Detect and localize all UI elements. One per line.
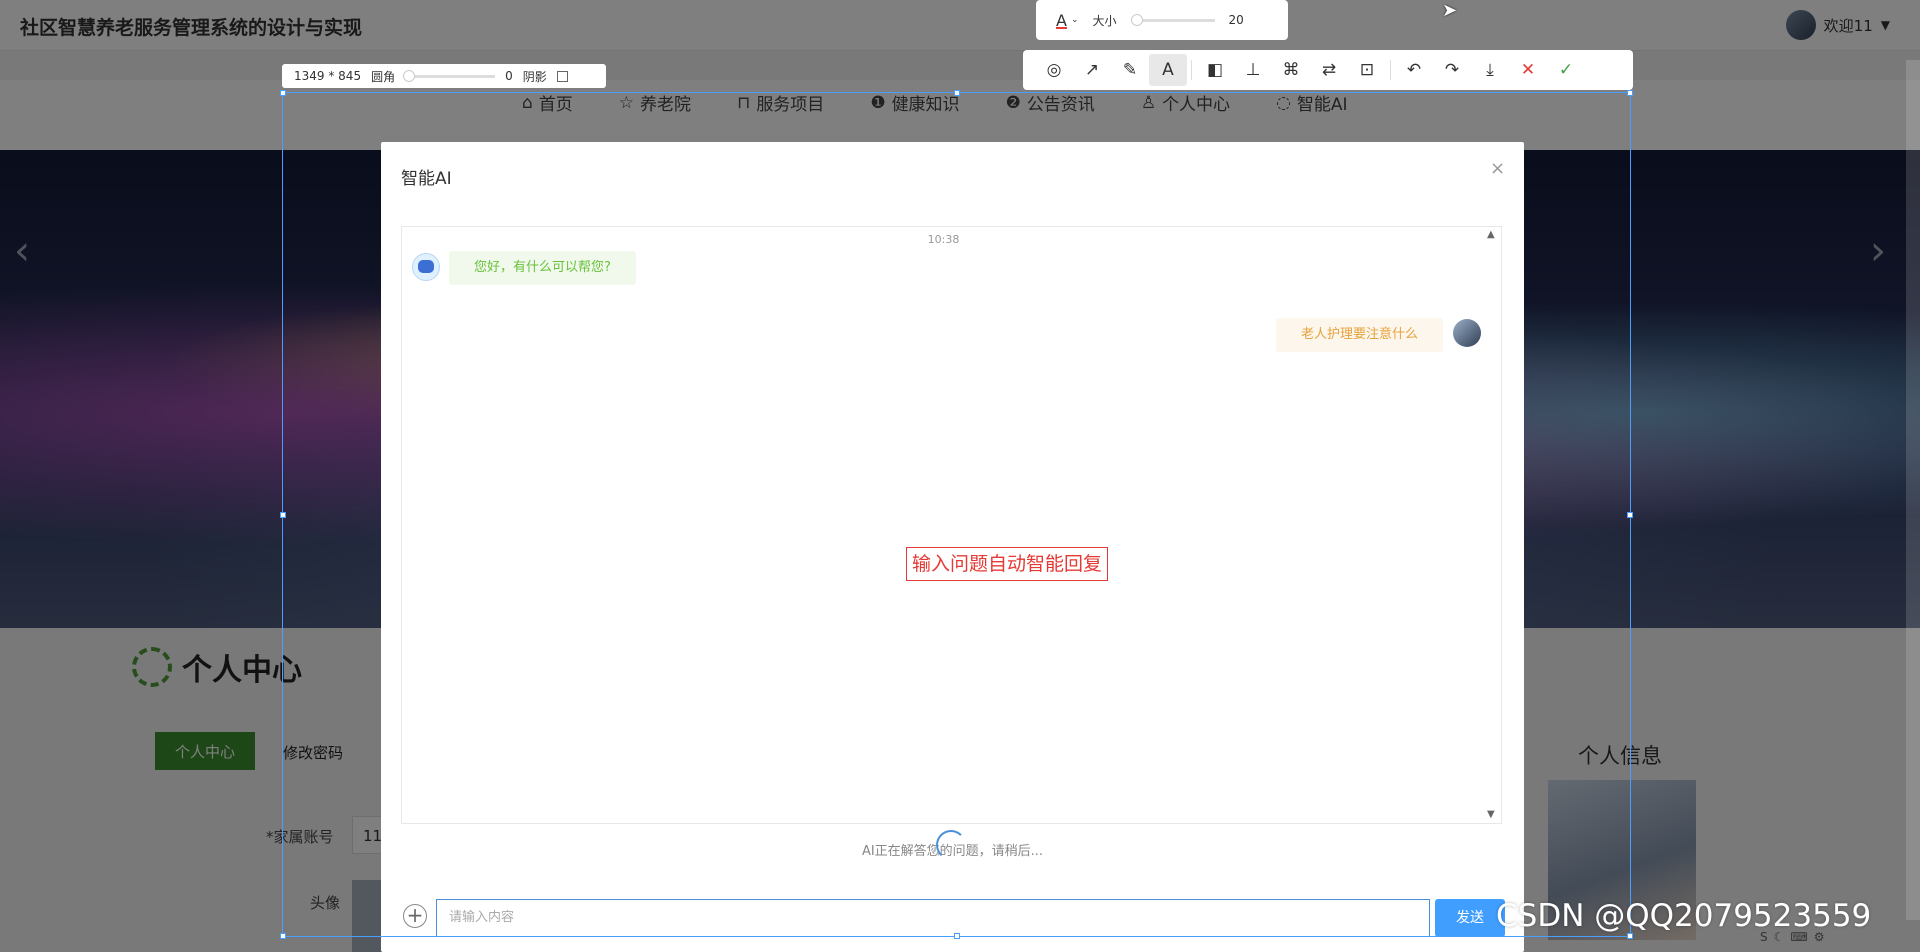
font-size-slider[interactable] [1130,13,1215,26]
font-color-picker[interactable]: A ⌄ [1056,11,1079,30]
arrow-tool-icon[interactable]: ↗ [1073,54,1111,86]
translate-tool-icon[interactable]: ⇄ [1310,54,1348,86]
scan-tool-icon[interactable]: ⊡ [1348,54,1386,86]
radius-value: 0 [505,69,513,83]
selection-dimensions: 1349 * 845 [294,69,362,83]
size-value: 20 [1228,13,1244,27]
moon-icon[interactable]: ☾ [1774,930,1791,944]
ime-icon[interactable]: S [1760,930,1774,944]
font-color-icon: A [1056,10,1067,30]
radius-slider[interactable] [403,69,496,82]
system-tray: S☾⌨⚙ [1760,930,1920,952]
selection-box[interactable] [280,90,1633,939]
download-icon[interactable]: ⤓ [1471,54,1509,86]
chevron-down-icon: ⌄ [1070,15,1079,25]
resize-handle[interactable] [280,90,286,96]
toolbar-divider [1191,60,1192,80]
keyboard-icon[interactable]: ⌨ [1790,930,1813,944]
shape-tool-icon[interactable]: ◎ [1035,54,1073,86]
cancel-icon[interactable]: ✕ [1509,54,1547,86]
size-label: 大小 [1092,13,1117,28]
resize-handle[interactable] [280,933,286,939]
resize-handle[interactable] [280,512,286,518]
undo-icon[interactable]: ↶ [1395,54,1433,86]
resize-handle[interactable] [954,933,960,939]
shadow-checkbox[interactable] [556,70,568,82]
settings-icon[interactable]: ⚙ [1814,930,1831,944]
mouse-cursor-icon: ➤ [1442,0,1458,21]
confirm-icon[interactable]: ✓ [1547,54,1585,86]
selection-info-bar: 1349 * 845 圆角 0 阴影 [282,64,606,88]
ocr-tool-icon[interactable]: ⌘ [1272,54,1310,86]
scrollbar[interactable] [1906,60,1920,920]
pin-tool-icon[interactable]: ⊥ [1234,54,1272,86]
text-tool-icon[interactable]: A [1149,54,1187,86]
shadow-label: 阴影 [522,69,547,84]
pen-tool-icon[interactable]: ✎ [1111,54,1149,86]
watermark: CSDN @QQ2079523559 [1496,898,1872,934]
toolbar-divider [1390,60,1391,80]
screenshot-toolbar: ◎ ↗ ✎ A ◧ ⊥ ⌘ ⇄ ⊡ ↶ ↷ ⤓ ✕ ✓ [1023,50,1633,90]
resize-handle[interactable] [1627,512,1633,518]
resize-handle[interactable] [954,90,960,96]
redo-icon[interactable]: ↷ [1433,54,1471,86]
resize-handle[interactable] [1627,90,1633,96]
radius-label: 圆角 [371,69,396,84]
font-options-bar: A ⌄ 大小 20 [1036,0,1288,40]
mosaic-tool-icon[interactable]: ◧ [1196,54,1234,86]
